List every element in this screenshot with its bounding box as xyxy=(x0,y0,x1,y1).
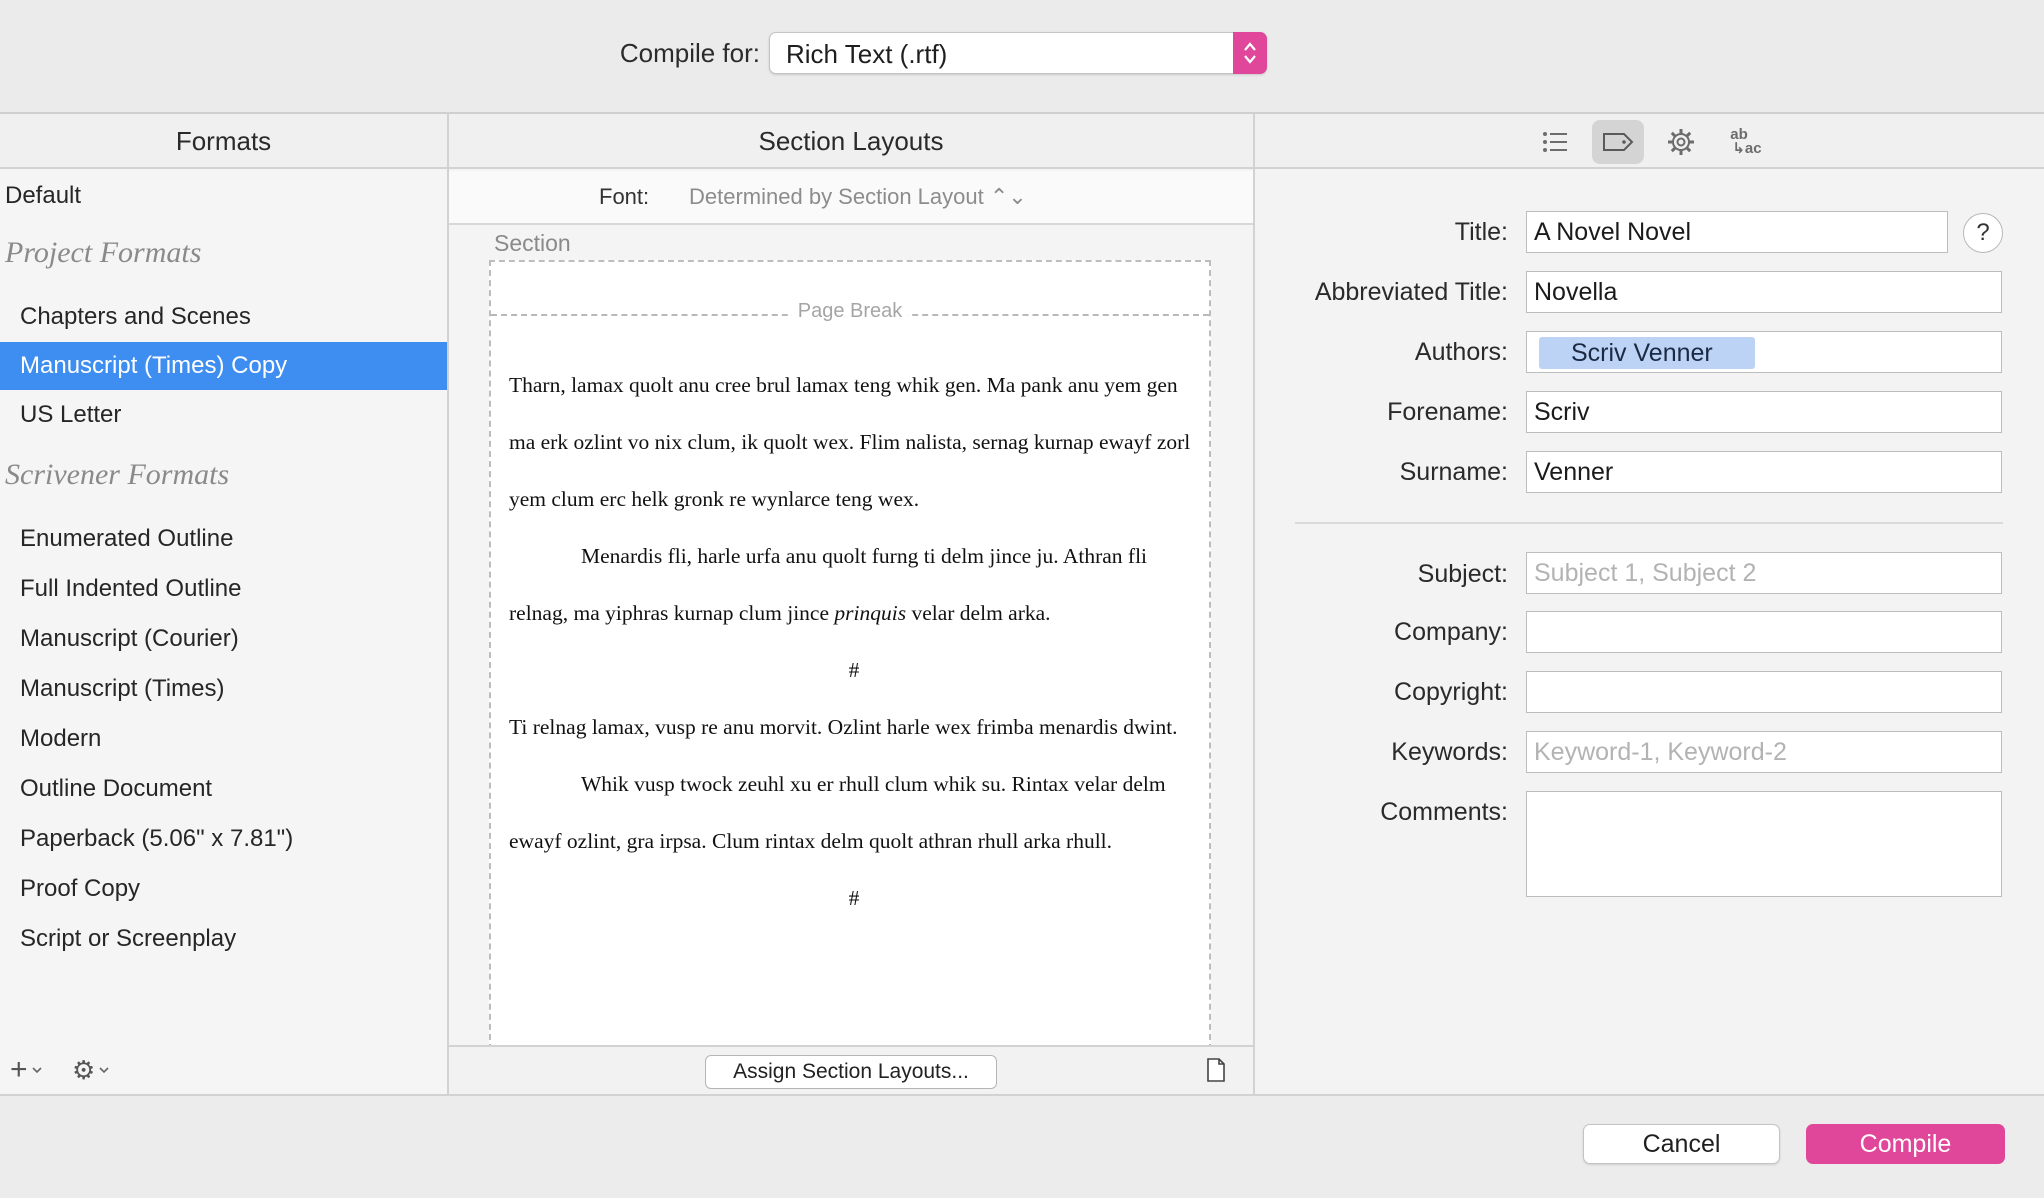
formats-panel: Formats Default Project Formats Chapters… xyxy=(0,114,449,1094)
metadata-panel: ab ↳ac Title: A Novel Novel ? Abbreviate… xyxy=(1255,114,2044,1094)
copyright-field[interactable] xyxy=(1526,671,2002,713)
layouts-bottom-bar: Assign Section Layouts... xyxy=(449,1045,1253,1094)
format-item-full-indented-outline[interactable]: Full Indented Outline xyxy=(0,565,447,613)
compile-options-toolbar: ab ↳ac xyxy=(1255,114,2044,169)
preview-paragraph: Menardis fli, harle urfa anu quolt furng… xyxy=(509,544,1148,625)
surname-label: Surname: xyxy=(1399,458,1508,486)
comments-field[interactable] xyxy=(1526,791,2002,897)
tag-icon xyxy=(1603,133,1634,151)
tab-options[interactable] xyxy=(1655,120,1707,164)
font-label: Font: xyxy=(599,184,650,209)
cancel-button[interactable]: Cancel xyxy=(1583,1124,1780,1164)
format-actions-button[interactable]: ⚙ xyxy=(72,1054,120,1086)
format-item-outline-document[interactable]: Outline Document xyxy=(0,765,447,813)
compile-for-label: Compile for: xyxy=(619,38,760,68)
format-item-manuscript-times[interactable]: Manuscript (Times) xyxy=(0,665,447,713)
company-label: Company: xyxy=(1394,618,1508,646)
scrivener-formats-heading: Scrivener Formats xyxy=(5,458,230,491)
layout-preview: Page Break Tharn, lamax quolt anu cree b… xyxy=(489,260,1211,1050)
select-stepper-icon[interactable] xyxy=(1233,32,1267,74)
author-token[interactable]: Scriv Venner xyxy=(1539,337,1755,369)
font-row: Font: Determined by Section Layout ⌃⌄ xyxy=(449,171,1253,225)
divider xyxy=(1295,522,2003,524)
company-field[interactable] xyxy=(1526,611,2002,653)
project-formats-heading: Project Formats xyxy=(5,236,202,269)
preview-paragraph: Ti relnag lamax, vusp re anu morvit. Ozl… xyxy=(509,715,1178,739)
format-item-default[interactable]: Default xyxy=(0,172,447,220)
format-item-enumerated-outline[interactable]: Enumerated Outline xyxy=(0,515,447,563)
format-item-proof-copy[interactable]: Proof Copy xyxy=(0,865,447,913)
formats-header: Formats xyxy=(0,114,447,169)
font-select[interactable]: Determined by Section Layout ⌃⌄ xyxy=(689,184,1027,210)
authors-label: Authors: xyxy=(1414,338,1508,366)
tab-contents[interactable] xyxy=(1529,120,1581,164)
chevron-down-icon xyxy=(31,1067,42,1074)
section-layouts-panel: Section Layouts Font: Determined by Sect… xyxy=(449,114,1255,1094)
comments-label: Comments: xyxy=(1380,798,1508,826)
preview-text: Tharn, lamax quolt anu cree brul lamax t… xyxy=(509,357,1199,927)
compile-format-value: Rich Text (.rtf) xyxy=(786,39,948,69)
section-layouts-header: Section Layouts xyxy=(449,114,1253,169)
list-icon xyxy=(1543,132,1567,152)
format-item-script-or-screenplay[interactable]: Script or Screenplay xyxy=(0,915,447,963)
add-format-button[interactable]: + xyxy=(10,1053,52,1086)
compile-format-select[interactable]: Rich Text (.rtf) xyxy=(769,32,1267,74)
gear-icon: ⚙ xyxy=(72,1054,96,1085)
authors-field[interactable]: Scriv Venner xyxy=(1526,331,2002,373)
subject-label: Subject: xyxy=(1417,560,1508,588)
format-item-manuscript-times-copy[interactable]: Manuscript (Times) Copy xyxy=(0,342,447,390)
format-item-modern[interactable]: Modern xyxy=(0,715,447,763)
document-icon[interactable] xyxy=(1207,1058,1225,1082)
forename-label: Forename: xyxy=(1387,398,1508,426)
copyright-label: Copyright: xyxy=(1394,678,1508,706)
scene-separator: # xyxy=(848,658,860,682)
dialog-footer: Cancel Compile xyxy=(0,1094,2044,1198)
format-item-paperback[interactable]: Paperback (5.06" x 7.81") xyxy=(0,815,447,863)
format-item-us-letter[interactable]: US Letter xyxy=(0,391,447,439)
replace-icon-bottom: ↳ac xyxy=(1732,140,1762,157)
preview-paragraph: Tharn, lamax quolt anu cree brul lamax t… xyxy=(509,373,1191,511)
format-item-chapters-and-scenes[interactable]: Chapters and Scenes xyxy=(0,293,447,341)
keywords-field[interactable]: Keyword-1, Keyword-2 xyxy=(1526,731,2002,773)
page-break-label: Page Break xyxy=(791,300,909,322)
abbreviated-title-label: Abbreviated Title: xyxy=(1314,278,1508,306)
gear-icon xyxy=(1668,129,1694,155)
preview-paragraph: Whik vusp twock zeuhl xu er rhull clum w… xyxy=(509,772,1166,853)
forename-field[interactable]: Scriv xyxy=(1526,391,2002,433)
assign-section-layouts-button[interactable]: Assign Section Layouts... xyxy=(705,1055,997,1089)
section-label: Section xyxy=(494,230,571,256)
subject-field[interactable]: Subject 1, Subject 2 xyxy=(1526,552,2002,594)
keywords-label: Keywords: xyxy=(1391,738,1508,766)
plus-icon: + xyxy=(10,1053,28,1086)
abbreviated-title-field[interactable]: Novella xyxy=(1526,271,2002,313)
format-item-manuscript-courier[interactable]: Manuscript (Courier) xyxy=(0,615,447,663)
surname-field[interactable]: Venner xyxy=(1526,451,2002,493)
compile-toolbar: Compile for: Rich Text (.rtf) xyxy=(0,0,2044,114)
title-field[interactable]: A Novel Novel xyxy=(1526,211,1948,253)
title-label: Title: xyxy=(1454,218,1508,246)
tab-replacements[interactable]: ab ↳ac xyxy=(1718,120,1770,164)
help-button[interactable]: ? xyxy=(1963,213,2003,253)
scene-separator: # xyxy=(848,886,860,910)
chevron-down-icon xyxy=(99,1067,109,1074)
compile-button[interactable]: Compile xyxy=(1806,1124,2005,1164)
tab-metadata[interactable] xyxy=(1592,120,1644,164)
